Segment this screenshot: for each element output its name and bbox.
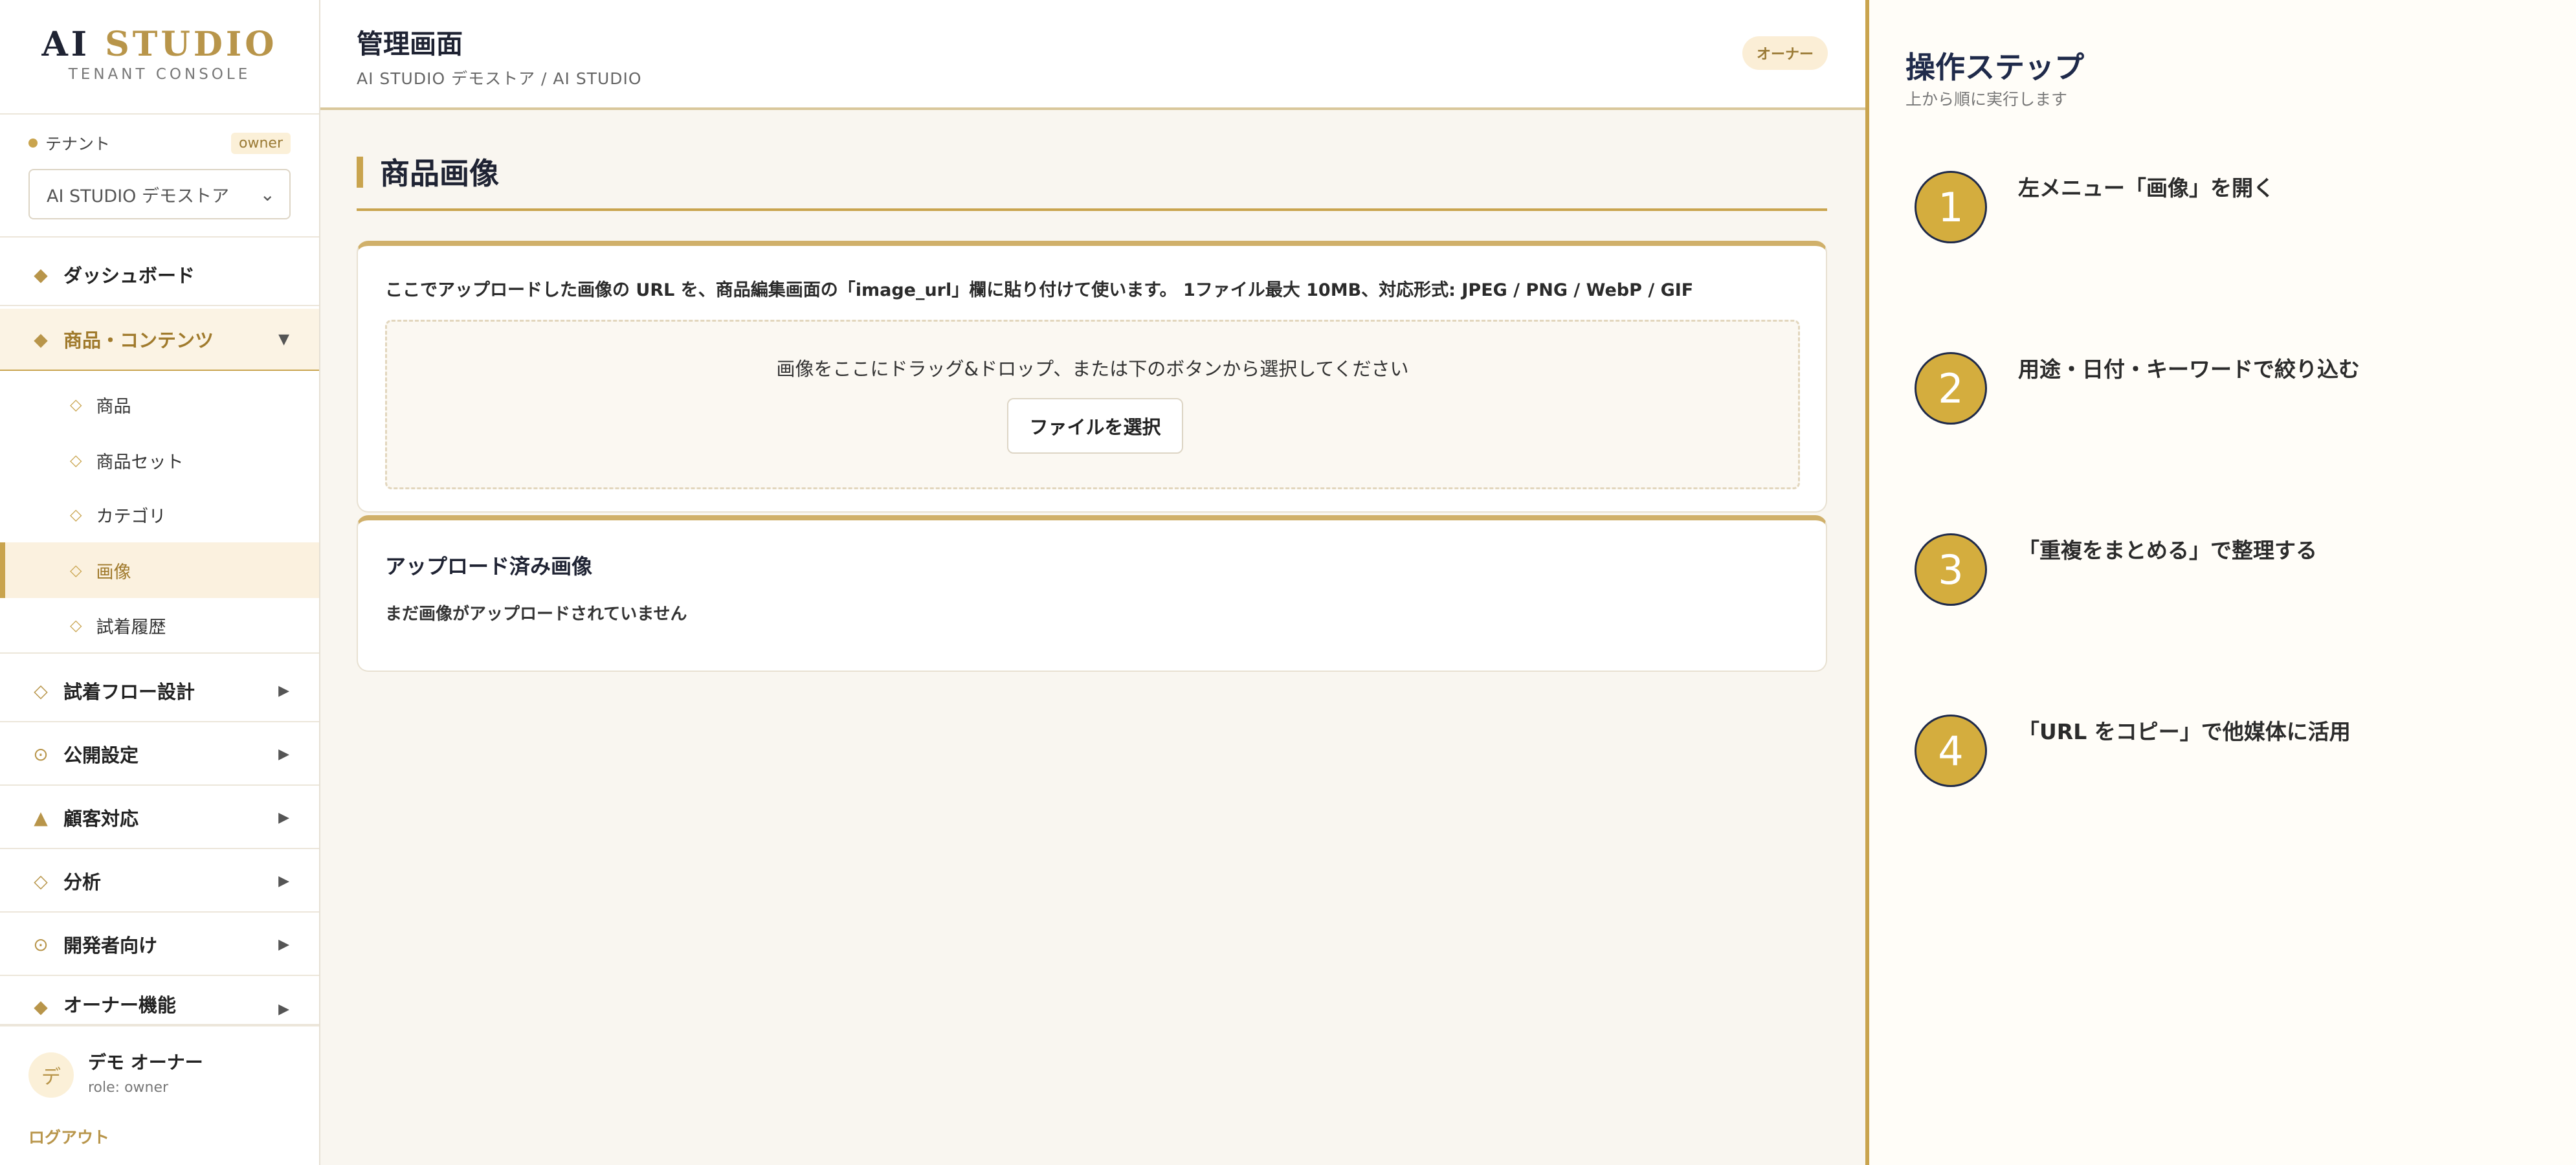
tenant-label-text: テナント bbox=[45, 135, 111, 153]
caret-right-icon: ▶ bbox=[278, 1001, 289, 1017]
steps-subtitle: 上から順に実行します bbox=[1905, 90, 2068, 109]
brand-logo: AI STUDIO TENANT CONSOLE bbox=[0, 0, 319, 115]
sidebar-subitem-label: 商品セット bbox=[96, 452, 184, 472]
chevron-down-icon: ⌄ bbox=[260, 183, 275, 205]
step-item: 3 「重複をまとめる」で整理する bbox=[1915, 533, 2562, 611]
sidebar-item-owner-features[interactable]: ◆ オーナー機能 ▶ bbox=[0, 977, 319, 1025]
step-number-badge: 2 bbox=[1915, 352, 1987, 425]
step-number-badge: 1 bbox=[1915, 171, 1987, 243]
step-text: 「URL をコピー」で他媒体に活用 bbox=[2018, 719, 2351, 744]
step-text: 「重複をまとめる」で整理する bbox=[2018, 538, 2317, 563]
sidebar-item-analytics[interactable]: ◇ 分析 ▶ bbox=[0, 850, 319, 913]
tenant-select[interactable]: AI STUDIO デモストア ⌄ bbox=[28, 169, 291, 219]
sidebar-subitem-categories[interactable]: ◇ カテゴリ bbox=[0, 487, 319, 542]
role-status-badge: オーナー bbox=[1742, 36, 1828, 70]
sidebar-item-label: 分析 bbox=[63, 871, 102, 893]
sidebar-subitem-label: 試着履歴 bbox=[96, 617, 166, 638]
steps-panel: 操作ステップ 上から順に実行します 1 左メニュー「画像」を開く 2 用途・日付… bbox=[1865, 0, 2576, 1165]
target-icon: ⊙ bbox=[33, 933, 49, 955]
diamond-outline-icon: ◇ bbox=[34, 870, 48, 892]
brand-title: AI STUDIO bbox=[0, 25, 319, 65]
empty-state-text: まだ画像がアップロードされていません bbox=[385, 605, 687, 624]
user-name: デモ オーナー bbox=[88, 1052, 203, 1073]
sidebar: AI STUDIO TENANT CONSOLE テナント owner AI S… bbox=[0, 0, 320, 1165]
choose-file-button[interactable]: ファイルを選択 bbox=[1007, 398, 1183, 454]
steps-title: 操作ステップ bbox=[1905, 50, 2084, 85]
sidebar-item-developer[interactable]: ⊙ 開発者向け ▶ bbox=[0, 914, 319, 976]
brand-subtitle: TENANT CONSOLE bbox=[68, 66, 251, 83]
caret-right-icon: ▶ bbox=[278, 746, 289, 762]
uploaded-images-title: アップロード済み画像 bbox=[385, 554, 593, 579]
step-item: 2 用途・日付・キーワードで絞り込む bbox=[1915, 352, 2562, 430]
sidebar-subitem-products[interactable]: ◇ 商品 bbox=[0, 377, 319, 432]
diamond-outline-icon: ◇ bbox=[70, 561, 82, 579]
diamond-outline-icon: ◇ bbox=[70, 616, 82, 634]
brand-title-ai: AI bbox=[41, 25, 91, 64]
dropzone-text: 画像をここにドラッグ&ドロップ、または下のボタンから選択してください bbox=[776, 358, 1409, 380]
sidebar-subitem-product-sets[interactable]: ◇ 商品セット bbox=[0, 432, 319, 488]
sidebar-item-label: オーナー機能 bbox=[63, 994, 177, 1016]
avatar: デ bbox=[28, 1052, 74, 1098]
diamond-outline-icon: ◇ bbox=[70, 505, 82, 524]
upload-description: ここでアップロードした画像の URL を、商品編集画面の「image_url」欄… bbox=[385, 280, 1694, 300]
sidebar-item-publish[interactable]: ⊙ 公開設定 ▶ bbox=[0, 724, 319, 786]
sidebar-item-label: 顧客対応 bbox=[63, 808, 139, 830]
tenant-dot-icon bbox=[28, 139, 38, 148]
breadcrumb: AI STUDIO デモストア / AI STUDIO bbox=[357, 69, 642, 88]
image-dropzone[interactable]: 画像をここにドラッグ&ドロップ、または下のボタンから選択してください ファイルを… bbox=[385, 320, 1800, 489]
page-header-title: 管理画面 bbox=[357, 28, 463, 60]
header: 管理画面 AI STUDIO デモストア / AI STUDIO オーナー bbox=[320, 0, 1865, 110]
sidebar-subitem-label: 画像 bbox=[96, 562, 131, 582]
logout-link[interactable]: ログアウト bbox=[28, 1125, 109, 1148]
upload-card: ここでアップロードした画像の URL を、商品編集画面の「image_url」欄… bbox=[357, 241, 1827, 513]
sidebar-item-label: 開発者向け bbox=[63, 935, 158, 957]
page-title-text: 商品画像 bbox=[380, 156, 499, 191]
target-icon: ⊙ bbox=[33, 743, 49, 765]
sidebar-item-flow-design[interactable]: ◇ 試着フロー設計 ▶ bbox=[0, 660, 319, 722]
sidebar-item-label: 試着フロー設計 bbox=[63, 681, 195, 703]
caret-right-icon: ▶ bbox=[278, 936, 289, 953]
diamond-outline-icon: ◇ bbox=[70, 395, 82, 414]
step-item: 1 左メニュー「画像」を開く bbox=[1915, 171, 2562, 249]
user-block: デ デモ オーナー role: owner ログアウト bbox=[0, 1025, 319, 1165]
title-accent-bar bbox=[357, 157, 363, 188]
sidebar-subitem-label: カテゴリ bbox=[96, 506, 166, 527]
step-item: 4 「URL をコピー」で他媒体に活用 bbox=[1915, 715, 2562, 792]
diamond-icon: ◆ bbox=[34, 328, 48, 350]
user-role: role: owner bbox=[88, 1080, 169, 1096]
diamond-outline-icon: ◇ bbox=[34, 680, 48, 702]
diamond-icon: ◆ bbox=[34, 996, 48, 1017]
page-title: 商品画像 bbox=[357, 150, 1827, 211]
caret-right-icon: ▶ bbox=[278, 872, 289, 889]
step-text: 左メニュー「画像」を開く bbox=[2018, 175, 2274, 201]
tenant-section: テナント owner AI STUDIO デモストア ⌄ bbox=[0, 115, 319, 238]
caret-right-icon: ▶ bbox=[278, 682, 289, 699]
tenant-select-value: AI STUDIO デモストア bbox=[47, 186, 229, 206]
caret-down-icon: ▼ bbox=[278, 331, 289, 348]
brand-title-studio: STUDIO bbox=[105, 25, 278, 64]
sidebar-subitem-images[interactable]: ◇ 画像 bbox=[0, 542, 319, 598]
diamond-outline-icon: ◇ bbox=[70, 451, 82, 469]
sidebar-subitem-tryon-history[interactable]: ◇ 試着履歴 bbox=[0, 598, 319, 654]
uploaded-images-card: アップロード済み画像 まだ画像がアップロードされていません bbox=[357, 515, 1827, 672]
step-number-badge: 3 bbox=[1915, 533, 1987, 606]
sidebar-item-products-contents[interactable]: ◆ 商品・コンテンツ ▼ bbox=[0, 309, 319, 371]
step-text: 用途・日付・キーワードで絞り込む bbox=[2018, 357, 2360, 382]
role-badge: owner bbox=[231, 133, 291, 154]
sidebar-subitem-label: 商品 bbox=[96, 396, 131, 417]
caret-right-icon: ▶ bbox=[278, 809, 289, 826]
sidebar-item-label: 公開設定 bbox=[63, 744, 139, 766]
sidebar-item-label: 商品・コンテンツ bbox=[63, 329, 214, 351]
diamond-icon: ◆ bbox=[34, 263, 48, 285]
triangle-icon: ▲ bbox=[34, 806, 48, 828]
step-number-badge: 4 bbox=[1915, 715, 1987, 787]
sidebar-item-dashboard[interactable]: ◆ ダッシュボード bbox=[0, 244, 319, 306]
sidebar-item-label: ダッシュボード bbox=[63, 265, 195, 287]
sidebar-item-customer[interactable]: ▲ 顧客対応 ▶ bbox=[0, 787, 319, 849]
